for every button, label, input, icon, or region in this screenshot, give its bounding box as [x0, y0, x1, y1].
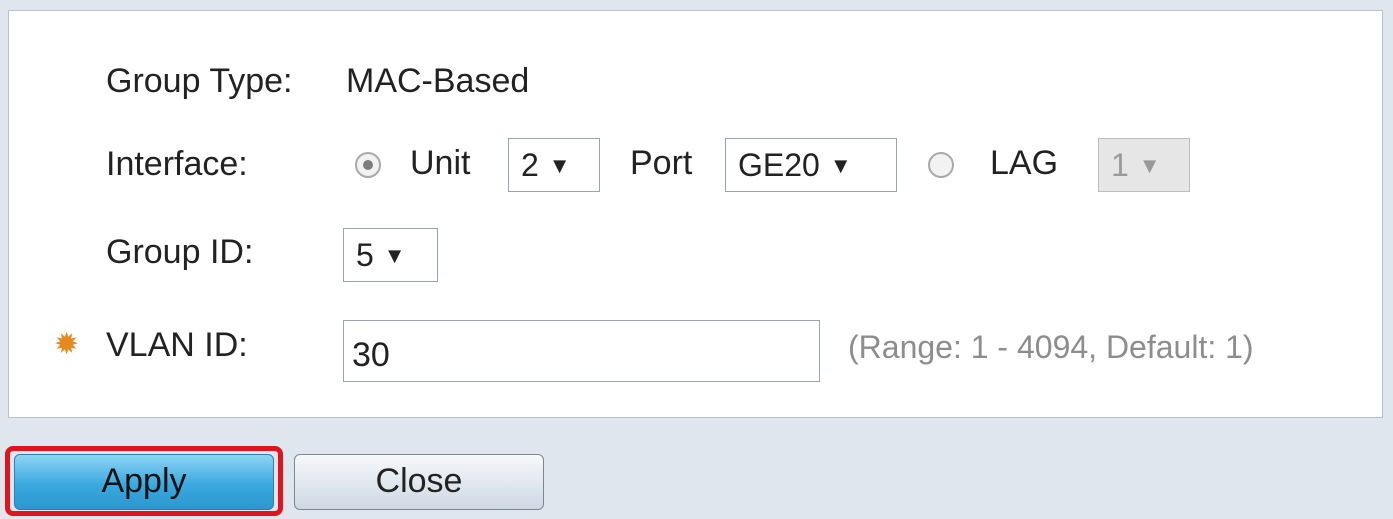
- apply-button[interactable]: Apply: [14, 454, 274, 510]
- close-button[interactable]: Close: [294, 454, 544, 510]
- unit-select[interactable]: 2 ▼: [508, 138, 600, 192]
- lag-label: LAG: [990, 144, 1059, 182]
- lag-select-value: 1: [1111, 147, 1129, 183]
- group-id-select[interactable]: 5 ▼: [343, 228, 438, 282]
- required-asterisk-icon: ✹: [54, 328, 80, 361]
- chevron-down-icon: ▼: [1138, 153, 1161, 178]
- port-select[interactable]: GE20 ▼: [725, 138, 897, 192]
- vlan-id-range-hint: (Range: 1 - 4094, Default: 1): [848, 329, 1254, 365]
- unit-select-value: 2: [521, 147, 539, 183]
- port-select-value: GE20: [738, 147, 820, 183]
- chevron-down-icon: ▼: [829, 153, 852, 178]
- group-id-label: Group ID:: [106, 233, 254, 271]
- unit-label: Unit: [410, 144, 471, 182]
- group-id-select-value: 5: [356, 237, 374, 273]
- interface-label: Interface:: [106, 145, 248, 183]
- chevron-down-icon: ▼: [383, 243, 406, 268]
- group-type-value: MAC-Based: [346, 62, 530, 100]
- vlan-id-input[interactable]: [343, 320, 820, 382]
- vlan-id-label: VLAN ID:: [106, 326, 248, 364]
- unit-radio[interactable]: [355, 152, 381, 178]
- lag-select: 1 ▼: [1098, 138, 1190, 192]
- port-label: Port: [630, 144, 693, 182]
- chevron-down-icon: ▼: [548, 153, 571, 178]
- group-type-label: Group Type:: [106, 62, 293, 100]
- lag-radio[interactable]: [928, 152, 954, 178]
